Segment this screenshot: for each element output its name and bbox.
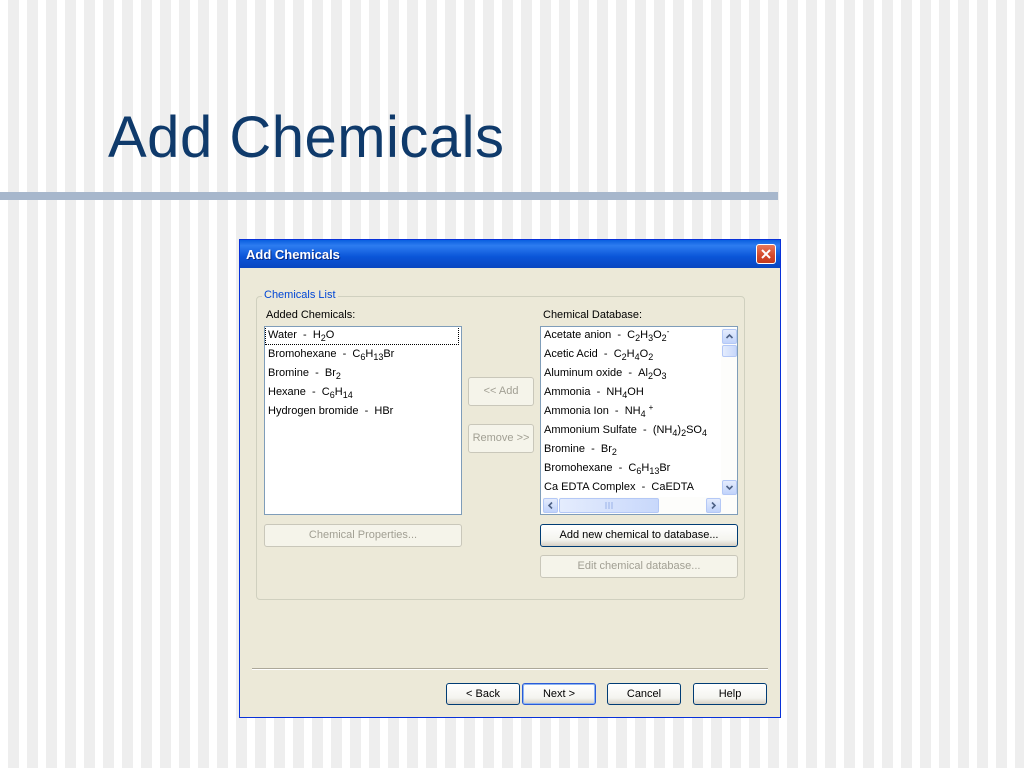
chevron-down-icon — [725, 485, 734, 491]
edit-chemical-database-button[interactable]: Edit chemical database... — [540, 555, 738, 578]
list-item-db-aluminum-oxide[interactable]: Aluminum oxide - Al2O3 — [544, 365, 667, 382]
vertical-scrollbar[interactable] — [721, 328, 737, 496]
list-item-db-bromohexane[interactable]: Bromohexane - C6H13Br — [544, 460, 670, 477]
added-chemicals-label: Added Chemicals: — [266, 309, 356, 321]
list-item-added-hexane[interactable]: Hexane - C6H14 — [268, 384, 353, 401]
chevron-left-icon — [547, 501, 553, 510]
added-chemicals-listbox[interactable]: Water - H2O Bromohexane - C6H13Br Bromin… — [264, 326, 462, 515]
remove-button[interactable]: Remove >> — [468, 424, 534, 453]
chemical-properties-button[interactable]: Chemical Properties... — [264, 524, 462, 547]
horizontal-scrollbar[interactable] — [542, 497, 737, 514]
list-item-db-acetic-acid[interactable]: Acetic Acid - C2H4O2 — [544, 346, 653, 363]
grip-icon — [605, 502, 613, 509]
list-item-db-ammonium-sulfate[interactable]: Ammonium Sulfate - (NH4)2SO4 — [544, 422, 707, 439]
add-new-chemical-button[interactable]: Add new chemical to database... — [540, 524, 738, 547]
dialog-titlebar[interactable]: Add Chemicals — [240, 240, 780, 268]
back-button[interactable]: < Back — [446, 683, 520, 705]
scroll-right-button[interactable] — [706, 498, 721, 513]
next-button[interactable]: Next > — [522, 683, 596, 705]
help-button[interactable]: Help — [693, 683, 767, 705]
list-item-added-water[interactable]: Water - H2O — [265, 327, 459, 345]
list-item-db-ammonia-ion[interactable]: Ammonia Ion - NH4 + — [544, 403, 653, 420]
list-item-db-ammonia[interactable]: Ammonia - NH4OH — [544, 384, 644, 401]
horizontal-scroll-thumb[interactable] — [559, 498, 659, 513]
close-button[interactable] — [756, 244, 776, 264]
add-button[interactable]: << Add — [468, 377, 534, 406]
title-divider — [0, 192, 778, 200]
list-item-db-bromine[interactable]: Bromine - Br2 — [544, 441, 617, 458]
vertical-scroll-thumb[interactable] — [722, 345, 737, 357]
list-item-db-acetate-anion[interactable]: Acetate anion - C2H3O2- — [544, 327, 669, 344]
slide-title: Add Chemicals — [108, 105, 505, 170]
dialog-title: Add Chemicals — [246, 247, 340, 262]
chevron-right-icon — [711, 501, 717, 510]
close-icon — [761, 249, 771, 259]
chemical-database-listbox[interactable]: Acetate anion - C2H3O2- Acetic Acid - C2… — [540, 326, 738, 515]
list-item-added-hydrogen-bromide[interactable]: Hydrogen bromide - HBr — [268, 403, 393, 420]
scroll-up-button[interactable] — [722, 329, 737, 344]
chevron-up-icon — [725, 333, 734, 339]
chemicals-list-legend: Chemicals List — [262, 289, 338, 301]
footer-separator — [252, 668, 768, 670]
chemical-database-label: Chemical Database: — [543, 309, 643, 321]
scroll-down-button[interactable] — [722, 480, 737, 495]
list-item-db-ca-edta[interactable]: Ca EDTA Complex - CaEDTA — [544, 479, 694, 496]
add-chemicals-dialog: Add Chemicals Chemicals List Added Chemi… — [239, 239, 781, 718]
scroll-left-button[interactable] — [543, 498, 558, 513]
list-item-added-bromohexane[interactable]: Bromohexane - C6H13Br — [268, 346, 394, 363]
list-item-added-bromine[interactable]: Bromine - Br2 — [268, 365, 341, 382]
cancel-button[interactable]: Cancel — [607, 683, 681, 705]
